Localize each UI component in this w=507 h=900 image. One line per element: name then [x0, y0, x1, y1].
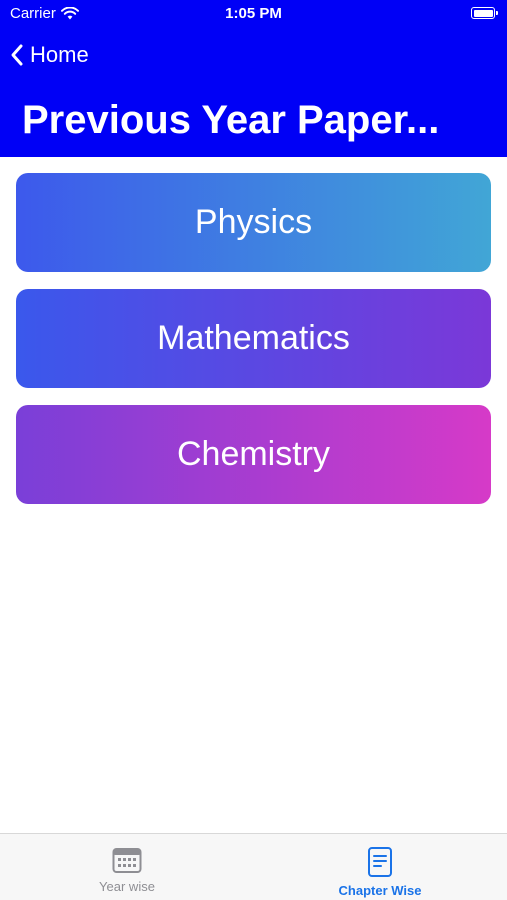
- battery-icon: [471, 7, 498, 19]
- chevron-left-icon: [10, 43, 24, 67]
- back-button[interactable]: Home: [10, 42, 89, 68]
- subject-button-mathematics[interactable]: Mathematics: [16, 289, 491, 388]
- calendar-icon: [112, 846, 142, 874]
- tab-label: Chapter Wise: [338, 883, 422, 898]
- subject-label: Mathematics: [157, 319, 350, 357]
- subject-label: Chemistry: [176, 435, 331, 473]
- status-time: 1:05 PM: [225, 5, 282, 22]
- status-bar: Carrier 1:05 PM: [0, 0, 507, 30]
- subject-button-physics[interactable]: Physics: [16, 173, 491, 272]
- subject-list: Physics Mathematics Chemistry: [16, 173, 491, 521]
- tab-label: Year wise: [99, 879, 155, 894]
- tab-bar: Year wise Chapter Wise: [0, 833, 507, 900]
- back-button-label: Home: [30, 42, 89, 67]
- page-title: Previous Year Paper...: [22, 98, 440, 142]
- tab-chapter-wise[interactable]: Chapter Wise: [280, 846, 480, 898]
- subject-label: Physics: [194, 203, 313, 241]
- subject-button-chemistry[interactable]: Chemistry: [16, 405, 491, 504]
- document-icon: [367, 846, 393, 878]
- tab-year-wise[interactable]: Year wise: [27, 846, 227, 894]
- battery-level: [473, 9, 493, 17]
- navigation-header: Carrier 1:05 PM Home Previous Year Paper…: [0, 0, 507, 157]
